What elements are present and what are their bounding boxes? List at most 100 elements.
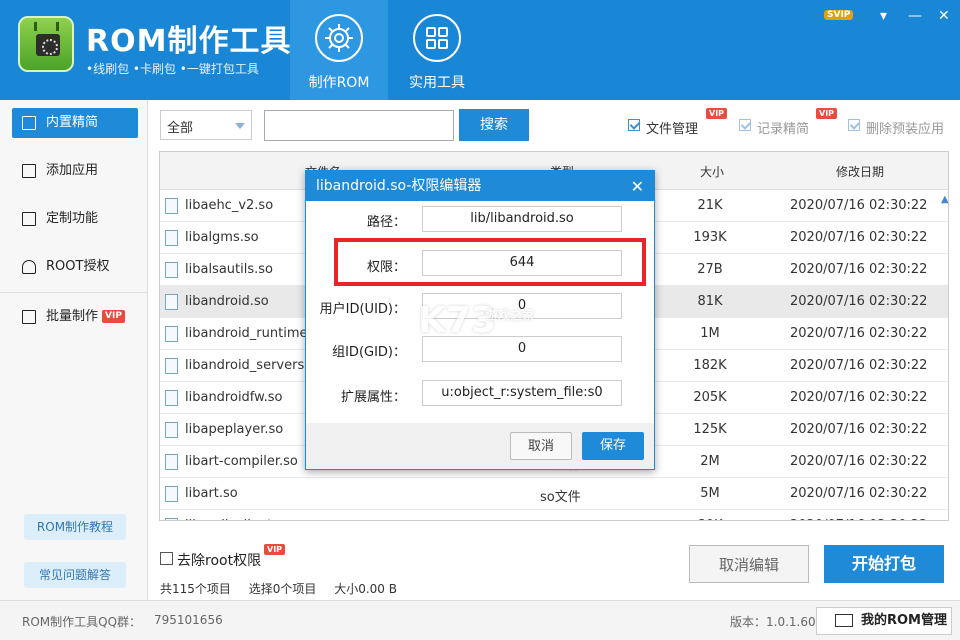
watermark-text: K73 xyxy=(418,300,496,341)
sidebar-item-custom[interactable]: 定制功能 xyxy=(12,204,138,234)
status-bar: ROM制作工具QQ群： 795101656 版本：1.0.1.60 我的ROM管… xyxy=(0,600,960,640)
sidebar-item-label: 内置精简 xyxy=(46,115,99,130)
sidebar-item-add-app[interactable]: 添加应用 xyxy=(12,156,138,186)
file-name: libart-compiler.so xyxy=(185,454,298,469)
grid-icon xyxy=(413,14,461,62)
antenna-right xyxy=(56,22,59,31)
file-icon xyxy=(165,294,178,310)
selected-count: 选择0个项目 xyxy=(248,582,317,596)
file-icon xyxy=(165,486,178,502)
close-icon[interactable]: ✕ xyxy=(938,8,950,24)
file-name: libaehc_v2.so xyxy=(185,198,274,213)
search-button[interactable]: 搜索 xyxy=(459,109,529,141)
file-size: 205K xyxy=(693,390,727,405)
sidebar-divider xyxy=(0,292,148,293)
sidebar-item-root[interactable]: ROOT授权 xyxy=(12,252,138,282)
skin-icon[interactable]: ▾ xyxy=(880,8,887,24)
sidebar-item-batch[interactable]: 批量制作 VIP xyxy=(12,302,138,332)
path-field[interactable]: lib/libandroid.so xyxy=(422,206,622,232)
sidebar-item-builtin-slim[interactable]: 内置精简 xyxy=(12,108,138,138)
version-text: 版本：1.0.1.60 xyxy=(730,615,816,629)
file-icon xyxy=(165,198,178,214)
sidebar-item-label: 添加应用 xyxy=(46,163,99,178)
tab-tools[interactable]: 实用工具 xyxy=(388,0,486,100)
delete-preinstall-checkbox[interactable]: 删除预装应用 xyxy=(848,118,944,137)
file-name: libandroid_servers.so xyxy=(185,358,324,373)
sidebar-item-label: ROOT授权 xyxy=(46,259,110,274)
file-date: 2020/07/16 02:30:22 xyxy=(790,422,928,437)
checkbox-icon xyxy=(848,119,860,131)
table-row[interactable]: libaudioclient.so so文件 80K 2020/07/16 02:30… xyxy=(160,510,948,520)
table-row[interactable]: libart.so so文件 5M 2020/07/16 02:30:22 xyxy=(160,478,948,510)
file-name: libalgms.so xyxy=(185,230,259,245)
dialog-footer: 取消 保存 xyxy=(306,423,654,469)
close-icon[interactable]: ✕ xyxy=(631,177,644,196)
start-pack-button[interactable]: 开始打包 xyxy=(824,545,944,583)
tab-make-rom[interactable]: 制作ROM xyxy=(290,0,388,100)
vip-badge: VIP xyxy=(264,544,286,555)
total-count: 共115个项目 xyxy=(160,582,231,596)
checkbox-icon xyxy=(628,119,640,131)
gear-icon xyxy=(315,14,363,62)
file-date: 2020/07/16 02:30:22 xyxy=(790,454,928,469)
file-date: 2020/07/16 02:30:22 xyxy=(790,230,928,245)
checkbox-label: 去除root权限 xyxy=(177,553,262,569)
vip-badge: VIP xyxy=(102,310,125,323)
file-name: libaudioclient.so xyxy=(185,518,291,520)
app-title: ROM制作工具 xyxy=(86,24,292,59)
search-input[interactable] xyxy=(264,110,454,141)
dialog-cancel-button[interactable]: 取消 xyxy=(510,432,572,460)
file-type: so文件 xyxy=(540,490,581,505)
file-name: libapeplayer.so xyxy=(185,422,284,437)
qq-group-number: 795101656 xyxy=(154,613,223,627)
file-size: 5M xyxy=(700,486,720,501)
ext-attr-field[interactable]: u:object_r:system_file:s0 xyxy=(422,380,622,406)
monitor-icon xyxy=(835,614,853,627)
checkbox-label: 删除预装应用 xyxy=(866,122,945,137)
file-icon xyxy=(165,358,178,374)
file-size: 1M xyxy=(700,326,720,341)
app-header: ROM制作工具 •线刷包 •卡刷包 •一键打包工具 制作ROM 实用工具 SVI… xyxy=(0,0,960,100)
file-size: 125K xyxy=(693,422,727,437)
file-type: so文件 xyxy=(540,518,581,520)
scrollbar-arrow-icon[interactable]: ▲ xyxy=(941,194,948,208)
my-rom-button[interactable]: 我的ROM管理 xyxy=(816,607,952,635)
file-manage-checkbox[interactable]: 文件管理 xyxy=(628,118,698,137)
file-date: 2020/07/16 02:30:22 xyxy=(790,198,928,213)
faq-button[interactable]: 常见问题解答 xyxy=(24,562,126,588)
checkbox-icon xyxy=(160,552,173,565)
column-date[interactable]: 修改日期 xyxy=(836,163,884,180)
column-size[interactable]: 大小 xyxy=(700,163,724,180)
android-logo-icon xyxy=(18,16,74,72)
checkbox-label: 记录精简 xyxy=(757,122,810,137)
file-icon xyxy=(165,326,178,342)
ext-attr-label: 扩展属性： xyxy=(340,390,406,405)
minimize-icon[interactable]: — xyxy=(908,8,922,24)
my-rom-label: 我的ROM管理 xyxy=(861,613,947,628)
filter-select-value: 全部 xyxy=(167,121,194,136)
watermark-sub: 游戏之家 xyxy=(486,308,535,322)
file-size: 21K xyxy=(697,198,723,213)
file-icon xyxy=(165,390,178,406)
checkbox-icon xyxy=(739,119,751,131)
sidebar-item-label: 定制功能 xyxy=(46,211,99,226)
file-name: libandroid.so xyxy=(185,294,269,309)
record-slim-checkbox[interactable]: 记录精简 xyxy=(739,118,809,137)
filter-select[interactable]: 全部 xyxy=(160,110,252,140)
document-icon xyxy=(22,212,36,226)
dialog-save-button[interactable]: 保存 xyxy=(582,432,644,460)
app-subtitle: •线刷包 •卡刷包 •一键打包工具 xyxy=(86,62,259,76)
rom-tutorial-button[interactable]: ROM制作教程 xyxy=(24,514,126,540)
lock-icon xyxy=(22,260,36,274)
cancel-edit-button[interactable]: 取消编辑 xyxy=(689,545,809,583)
path-label: 路径： xyxy=(366,215,406,230)
remove-root-checkbox[interactable]: 去除root权限 xyxy=(160,550,261,570)
file-size: 2M xyxy=(700,454,720,469)
highlight-box xyxy=(334,238,646,286)
selected-size: 大小0.00 B xyxy=(334,582,397,596)
uid-label: 用户ID(UID)： xyxy=(319,302,406,317)
file-date: 2020/07/16 02:30:22 xyxy=(790,262,928,277)
file-name: libalsautils.so xyxy=(185,262,273,277)
file-icon xyxy=(165,230,178,246)
svip-badge[interactable]: SVIP xyxy=(824,10,854,20)
